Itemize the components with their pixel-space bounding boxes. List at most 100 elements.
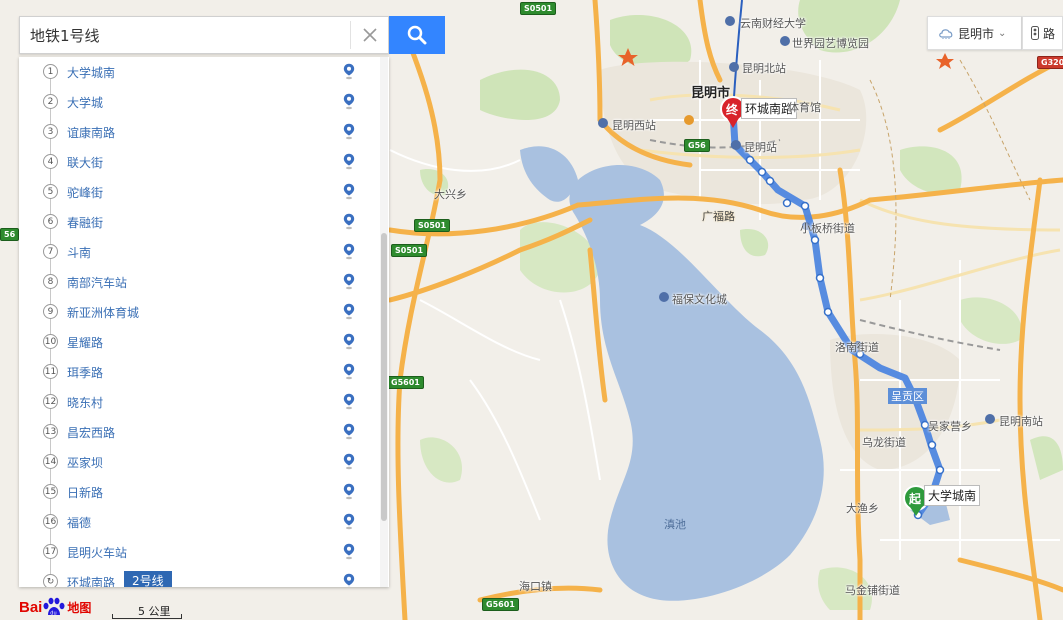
station-row[interactable]: 16 福德 <box>19 507 374 537</box>
station-name[interactable]: 谊康南路 <box>67 124 115 141</box>
location-pin-icon[interactable] <box>343 243 355 260</box>
location-pin-icon[interactable] <box>343 363 355 380</box>
station-number: 3 <box>43 124 58 139</box>
map-label-dianchi: 滇池 <box>664 518 686 531</box>
shield-g56-left: 56 <box>0 228 20 241</box>
station-row[interactable]: 8 南部汽车站 <box>19 267 374 297</box>
traffic-button[interactable]: 路 <box>1022 16 1063 50</box>
location-pin-icon[interactable] <box>343 453 355 470</box>
station-number: 17 <box>43 544 58 559</box>
location-pin-icon[interactable] <box>343 183 355 200</box>
station-name[interactable]: 大学城 <box>67 94 103 111</box>
map-label-kunming-city: 昆明市 <box>691 86 731 101</box>
start-marker-label: 大学城南 <box>924 485 981 506</box>
shield-s0501-low: S0501 <box>391 244 428 257</box>
station-name[interactable]: 驼峰街 <box>67 184 103 201</box>
map-label-guangfu: 广福路 <box>702 210 735 223</box>
location-pin-icon[interactable] <box>343 483 355 500</box>
station-row[interactable]: 9 新亚洲体育城 <box>19 297 374 327</box>
station-list: 1 大学城南 2 大学城 3 谊康南路 4 联大街 5 驼峰街 6 春融街 7 斗南 8 南部汽车站 9 新亚洲体… <box>19 57 374 587</box>
location-pin-icon[interactable] <box>343 273 355 290</box>
station-name[interactable]: 新亚洲体育城 <box>67 304 139 321</box>
station-row[interactable]: 3 谊康南路 <box>19 117 374 147</box>
station-row[interactable]: 4 联大街 <box>19 147 374 177</box>
station-name[interactable]: 珥季路 <box>67 364 103 381</box>
map-label-fubao: 福保文化城 <box>672 293 727 306</box>
station-name[interactable]: 日新路 <box>67 484 103 501</box>
station-row[interactable]: 11 珥季路 <box>19 357 374 387</box>
station-row[interactable]: ↻ 环城南路 2号线 <box>19 567 374 587</box>
map-label-sports-hall: 体育馆 <box>788 101 821 114</box>
location-pin-icon[interactable] <box>343 123 355 140</box>
station-row[interactable]: 6 春融街 <box>19 207 374 237</box>
logo-text-map: 地图 <box>67 600 92 615</box>
search-button[interactable] <box>389 16 445 54</box>
location-pin-icon[interactable] <box>343 303 355 320</box>
location-pin-icon[interactable] <box>343 513 355 530</box>
station-name[interactable]: 昆明火车站 <box>67 544 127 561</box>
station-row[interactable]: 17 昆明火车站 <box>19 537 374 567</box>
shield-g5601-bottom: G5601 <box>482 598 519 611</box>
station-name[interactable]: 环城南路 <box>67 574 115 588</box>
station-number: 13 <box>43 424 58 439</box>
clear-button[interactable] <box>350 21 388 49</box>
location-pin-icon[interactable] <box>343 423 355 440</box>
location-pin-icon[interactable] <box>343 543 355 560</box>
station-number: 15 <box>43 484 58 499</box>
station-number: 14 <box>43 454 58 469</box>
station-name[interactable]: 南部汽车站 <box>67 274 127 291</box>
station-number: 1 <box>43 64 58 79</box>
location-pin-icon[interactable] <box>343 333 355 350</box>
map-scale: 5 公里 <box>112 603 182 619</box>
station-row[interactable]: 7 斗南 <box>19 237 374 267</box>
station-row[interactable]: 14 巫家坝 <box>19 447 374 477</box>
traffic-light-icon <box>1031 26 1039 40</box>
station-name[interactable]: 巫家坝 <box>67 454 103 471</box>
location-pin-icon[interactable] <box>343 93 355 110</box>
map-label-kunming-south-station: 昆明南站 <box>999 415 1043 428</box>
station-row[interactable]: 10 星耀路 <box>19 327 374 357</box>
map-label-xiaobanqiao: 小板桥街道 <box>800 222 855 235</box>
map-label-chenggong: 呈贡区 <box>888 388 927 404</box>
map-label-kunming-station: 昆明站 <box>744 141 777 154</box>
station-name[interactable]: 斗南 <box>67 244 91 261</box>
location-pin-icon[interactable] <box>343 573 355 587</box>
city-switch[interactable]: 昆明市 ⌄ <box>927 16 1022 50</box>
map-label-wujiaying: 吴家营乡 <box>928 420 972 433</box>
transfer-line-badge[interactable]: 2号线 <box>124 571 172 587</box>
station-number: 8 <box>43 274 58 289</box>
station-number: 4 <box>43 154 58 169</box>
station-name[interactable]: 春融街 <box>67 214 103 231</box>
station-name[interactable]: 昌宏西路 <box>67 424 115 441</box>
chevron-down-icon: ⌄ <box>998 27 1007 39</box>
station-name[interactable]: 晓东村 <box>67 394 103 411</box>
location-pin-icon[interactable] <box>343 393 355 410</box>
station-row[interactable]: 13 昌宏西路 <box>19 417 374 447</box>
station-row[interactable]: 2 大学城 <box>19 87 374 117</box>
loop-icon: ↻ <box>43 574 58 587</box>
shield-g5601-left: G5601 <box>387 376 424 389</box>
station-list-panel: 1 大学城南 2 大学城 3 谊康南路 4 联大街 5 驼峰街 6 春融街 7 斗南 8 南部汽车站 9 新亚洲体… <box>19 57 389 587</box>
station-number: 9 <box>43 304 58 319</box>
station-name[interactable]: 星耀路 <box>67 334 103 351</box>
start-marker-badge: 起 <box>909 492 922 506</box>
location-pin-icon[interactable] <box>343 63 355 80</box>
shield-s0501-mid: S0501 <box>414 219 451 232</box>
traffic-label: 路 <box>1043 26 1056 41</box>
station-name[interactable]: 联大街 <box>67 154 103 171</box>
station-name[interactable]: 大学城南 <box>67 64 115 81</box>
scrollbar-thumb[interactable] <box>381 233 387 521</box>
station-number: 16 <box>43 514 58 529</box>
station-row[interactable]: 1 大学城南 <box>19 57 374 87</box>
station-row[interactable]: 12 晓东村 <box>19 387 374 417</box>
search-input[interactable] <box>20 17 350 53</box>
station-number: 12 <box>43 394 58 409</box>
location-pin-icon[interactable] <box>343 153 355 170</box>
station-row[interactable]: 15 日新路 <box>19 477 374 507</box>
station-row[interactable]: 5 驼峰街 <box>19 177 374 207</box>
map-label-kunming-north-station: 昆明北站 <box>742 62 786 75</box>
shield-g56: G56 <box>684 139 710 152</box>
location-pin-icon[interactable] <box>343 213 355 230</box>
station-name[interactable]: 福德 <box>67 514 91 531</box>
map-label-haikou: 海口镇 <box>519 580 552 593</box>
